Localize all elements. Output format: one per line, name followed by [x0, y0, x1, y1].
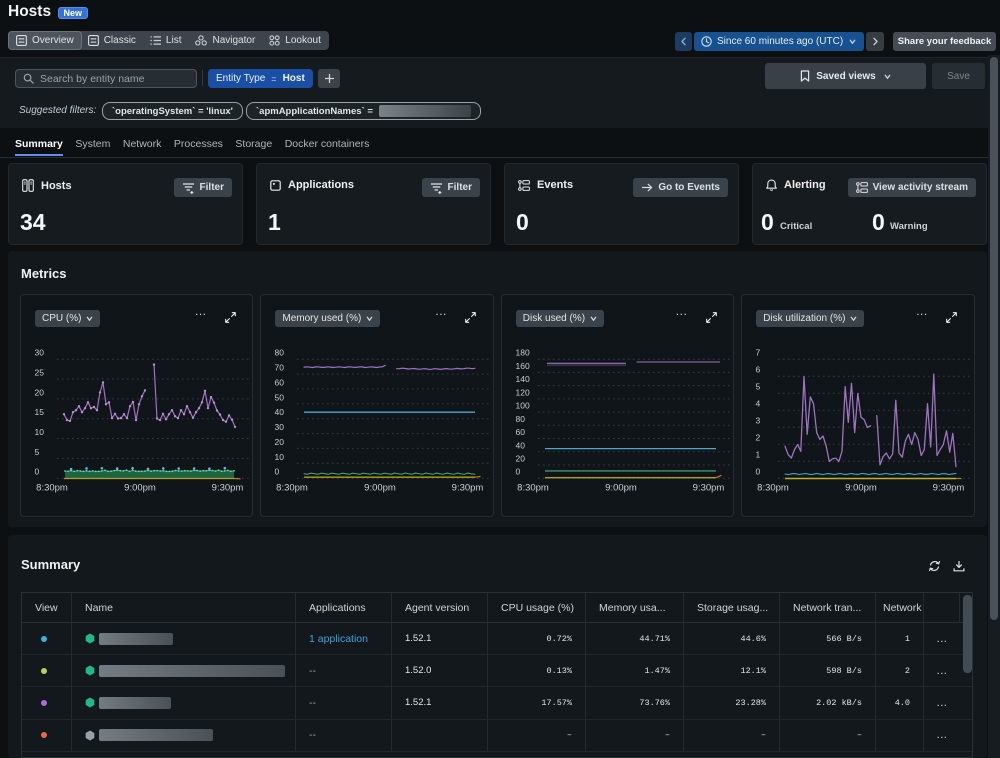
svg-text:20: 20	[35, 387, 45, 397]
svg-text:8:30pm: 8:30pm	[277, 483, 309, 494]
svg-text:180: 180	[515, 348, 529, 358]
svg-text:40: 40	[515, 440, 525, 450]
svg-text:60: 60	[275, 377, 285, 387]
svg-text:0: 0	[515, 467, 520, 477]
svg-text:50: 50	[275, 392, 285, 402]
svg-text:4: 4	[756, 399, 761, 409]
svg-text:6: 6	[756, 365, 761, 375]
svg-text:9:00pm: 9:00pm	[365, 483, 397, 494]
svg-text:9:00pm: 9:00pm	[124, 483, 156, 494]
svg-text:15: 15	[35, 407, 45, 417]
svg-text:25: 25	[35, 368, 45, 378]
svg-text:2: 2	[756, 433, 761, 443]
svg-text:8:30pm: 8:30pm	[517, 483, 549, 494]
svg-text:8:30pm: 8:30pm	[36, 483, 68, 494]
svg-text:0: 0	[756, 467, 761, 477]
svg-text:70: 70	[275, 363, 285, 373]
svg-text:9:30pm: 9:30pm	[212, 483, 244, 494]
svg-text:120: 120	[515, 387, 529, 397]
svg-text:10: 10	[275, 452, 285, 462]
svg-text:80: 80	[515, 414, 525, 424]
svg-text:9:30pm: 9:30pm	[933, 483, 965, 494]
svg-text:30: 30	[35, 348, 45, 358]
svg-text:1: 1	[756, 450, 761, 460]
svg-text:140: 140	[515, 374, 529, 384]
svg-text:9:30pm: 9:30pm	[452, 483, 484, 494]
svg-text:5: 5	[35, 447, 40, 457]
svg-text:100: 100	[515, 401, 529, 411]
svg-text:20: 20	[275, 437, 285, 447]
svg-text:3: 3	[756, 416, 761, 426]
svg-text:9:30pm: 9:30pm	[692, 483, 724, 494]
svg-text:5: 5	[756, 382, 761, 392]
svg-text:40: 40	[275, 407, 285, 417]
svg-text:8:30pm: 8:30pm	[757, 483, 789, 494]
svg-text:80: 80	[275, 348, 285, 358]
svg-text:0: 0	[275, 467, 280, 477]
svg-text:30: 30	[275, 422, 285, 432]
svg-text:9:00pm: 9:00pm	[605, 483, 637, 494]
svg-text:10: 10	[35, 427, 45, 437]
svg-text:160: 160	[515, 361, 529, 371]
svg-text:7: 7	[756, 348, 761, 358]
svg-text:60: 60	[515, 427, 525, 437]
svg-text:20: 20	[515, 454, 525, 464]
svg-text:0: 0	[35, 467, 40, 477]
svg-text:9:00pm: 9:00pm	[845, 483, 877, 494]
